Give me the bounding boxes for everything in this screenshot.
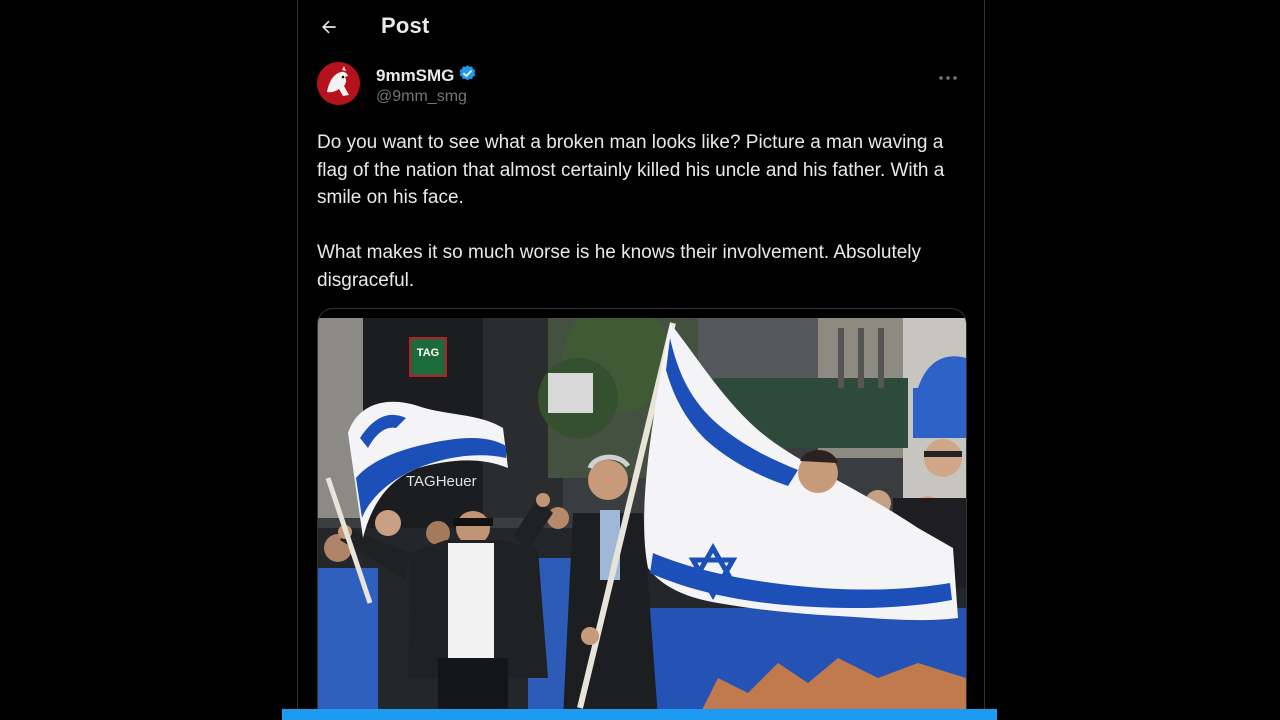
post-column: Post 9mmSMG @9mm_smg Do you want to see … xyxy=(297,0,985,720)
arrow-left-icon xyxy=(319,17,339,42)
playback-progress-bar[interactable] xyxy=(282,709,997,720)
screen: Post 9mmSMG @9mm_smg Do you want to see … xyxy=(0,0,1280,720)
post-text: Do you want to see what a broken man loo… xyxy=(317,129,967,294)
back-button[interactable] xyxy=(312,12,346,46)
author-row: 9mmSMG @9mm_smg xyxy=(317,62,967,110)
display-name[interactable]: 9mmSMG xyxy=(376,66,454,86)
page-title: Post xyxy=(381,13,430,38)
post-media[interactable]: TAG TAGHeuer xyxy=(317,308,967,720)
post-paragraph-2: What makes it so much worse is he knows … xyxy=(317,242,922,291)
post-photo[interactable]: TAG TAGHeuer xyxy=(318,318,966,718)
handle[interactable]: @9mm_smg xyxy=(376,88,467,106)
more-button[interactable] xyxy=(933,66,963,88)
more-horizontal-icon xyxy=(938,68,958,86)
post-paragraph-1: Do you want to see what a broken man loo… xyxy=(317,132,945,208)
verified-badge-icon xyxy=(458,64,477,88)
sign-logo: TAG xyxy=(417,347,439,359)
sign-brand: TAGHeuer xyxy=(406,473,477,490)
display-name-wrap[interactable]: 9mmSMG xyxy=(376,64,477,88)
header: Post xyxy=(298,0,984,56)
avatar[interactable] xyxy=(317,62,360,105)
